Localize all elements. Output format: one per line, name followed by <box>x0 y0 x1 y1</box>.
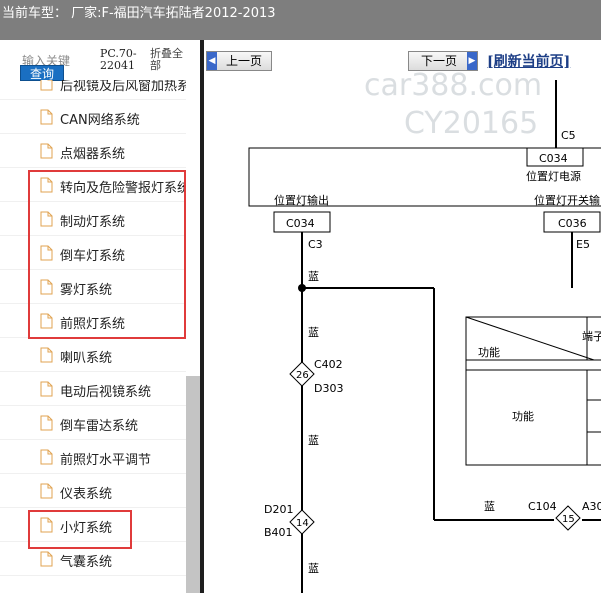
label-c034-left: C034 <box>286 217 315 230</box>
label-blue-2: 蓝 <box>308 326 319 339</box>
document-icon <box>40 80 53 91</box>
label-blue-5: 蓝 <box>308 562 319 575</box>
tree-item-label: 前照灯水平调节 <box>60 453 152 468</box>
left-arrow-icon: ◀ <box>207 52 217 70</box>
document-icon <box>40 483 53 499</box>
watermark-code: CY20165 <box>404 106 539 141</box>
junction-dot <box>298 284 306 292</box>
highlight-box-lighting <box>28 170 186 339</box>
label-c104: C104 <box>528 500 557 513</box>
tree-item[interactable]: CAN网络系统 <box>0 100 186 134</box>
diagram-panel: C5 C034 位置灯电源 位置灯输出 位置灯开关输 C034 C036 C3 … <box>204 40 601 593</box>
label-node-14: 14 <box>296 518 309 529</box>
label-pos-power: 位置灯电源 <box>526 169 581 183</box>
document-icon <box>40 109 53 125</box>
fold-all-link[interactable]: 折叠全部 <box>150 48 190 72</box>
label-node-26: 26 <box>296 370 309 381</box>
tree-item[interactable]: 后视镜及后风窗加热系 <box>0 80 186 100</box>
tree-item[interactable]: 前照灯水平调节 <box>0 440 186 474</box>
search-row: 输入关键 查询 PC.70-22041 折叠全部 <box>0 40 200 81</box>
pc-code: PC.70-22041 <box>100 47 137 72</box>
label-func-2: 功能 <box>512 409 534 423</box>
tree-item[interactable]: 点烟器系统 <box>0 134 186 168</box>
tree-item-label: 电动后视镜系统 <box>60 385 152 400</box>
tree-item[interactable]: 倒车雷达系统 <box>0 406 186 440</box>
document-icon <box>40 415 53 431</box>
label-blue-3: 蓝 <box>308 434 319 447</box>
label-d201: D201 <box>264 503 293 516</box>
next-page-label: 下一页 <box>420 54 457 68</box>
label-blue-1: 蓝 <box>308 270 319 283</box>
tree-item-label: 气囊系统 <box>60 555 113 570</box>
app-window: 当前车型： 厂家:F-福田汽车拓陆者2012-2013 输入关键 查询 PC.7… <box>0 0 601 593</box>
label-e5: E5 <box>576 238 590 251</box>
title-bar: 当前车型： 厂家:F-福田汽车拓陆者2012-2013 <box>0 0 601 40</box>
label-a30: A30 <box>582 500 601 513</box>
label-terminal: 端子 <box>582 330 601 343</box>
document-icon <box>40 551 53 567</box>
label-blue-4: 蓝 <box>484 500 495 513</box>
label-c3: C3 <box>308 238 323 251</box>
wiring-diagram: C5 C034 位置灯电源 位置灯输出 位置灯开关输 C034 C036 C3 … <box>248 80 601 593</box>
query-button[interactable]: 查询 <box>20 65 64 81</box>
label-c402: C402 <box>314 358 343 371</box>
highlight-box-small-lamp <box>28 510 132 549</box>
label-b401: B401 <box>264 526 293 539</box>
label-c5: C5 <box>561 129 576 142</box>
document-icon <box>40 347 53 363</box>
document-icon <box>40 449 53 465</box>
label-pos-out: 位置灯输出 <box>274 193 329 207</box>
label-func-1: 功能 <box>478 345 500 359</box>
label-node-15: 15 <box>562 514 575 525</box>
current-model-title: 当前车型： 厂家:F-福田汽车拓陆者2012-2013 <box>2 6 276 21</box>
tree-item-label: 倒车雷达系统 <box>60 419 139 434</box>
label-d303: D303 <box>314 382 343 395</box>
tree-item[interactable]: 电动后视镜系统 <box>0 372 186 406</box>
document-icon <box>40 381 53 397</box>
label-c034-top: C034 <box>539 152 568 165</box>
watermark-url: car388.com <box>364 68 543 103</box>
tree-item-label: 喇叭系统 <box>60 351 113 366</box>
prev-page-label: 上一页 <box>225 54 262 68</box>
tree-item[interactable]: 喇叭系统 <box>0 338 186 372</box>
prev-page-button[interactable]: ◀ 上一页 <box>206 51 272 71</box>
tree-item-label: 后视镜及后风窗加热系 <box>60 80 186 94</box>
tree-item-label: 点烟器系统 <box>60 147 126 162</box>
tree-item-label: 仪表系统 <box>60 487 113 502</box>
scrollbar-thumb[interactable] <box>186 376 200 593</box>
document-icon <box>40 143 53 159</box>
label-c036: C036 <box>558 217 587 230</box>
tree-item-label: CAN网络系统 <box>60 113 140 128</box>
tree-item[interactable]: 仪表系统 <box>0 474 186 508</box>
label-pos-switch: 位置灯开关输 <box>534 193 600 207</box>
